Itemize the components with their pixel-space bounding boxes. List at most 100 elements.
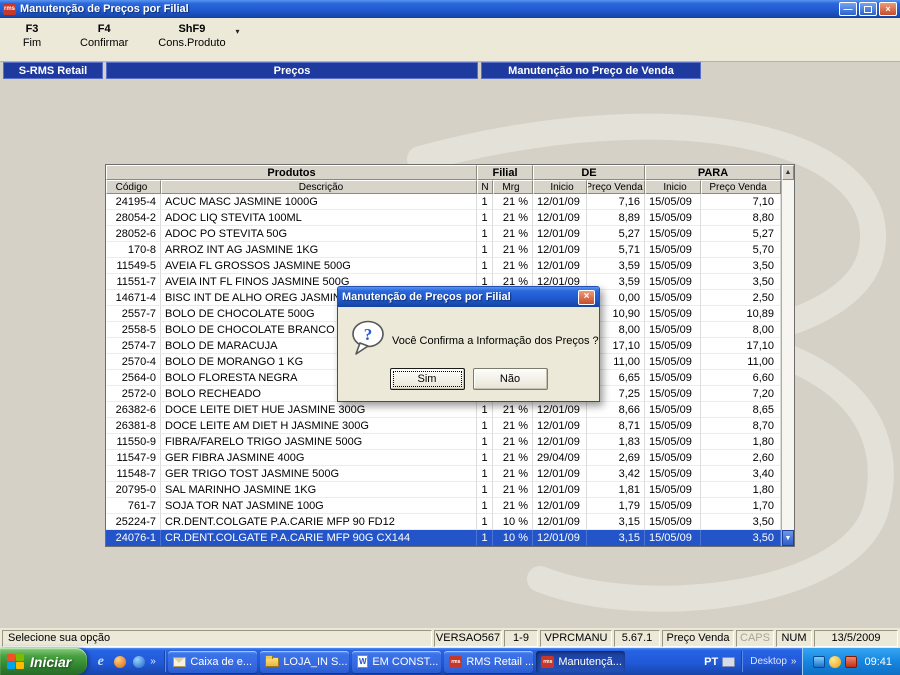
cell-para_preco: 2,60 xyxy=(701,450,781,466)
cell-de_preco: 1,83 xyxy=(587,434,645,450)
task-button-rms-retail[interactable]: rms RMS Retail ... xyxy=(444,650,534,673)
cell-de_preco: 5,71 xyxy=(587,242,645,258)
cell-descricao: GER FIBRA JASMINE 400G xyxy=(161,450,477,466)
cell-para_preco: 1,80 xyxy=(701,434,781,450)
close-button[interactable]: × xyxy=(879,2,897,16)
column-header-n: N xyxy=(477,180,493,194)
column-header-para-inicio: Inicio xyxy=(645,180,701,194)
cell-mrg: 21 % xyxy=(493,242,533,258)
ie-icon[interactable]: e xyxy=(93,654,108,669)
cell-codigo: 14671-4 xyxy=(106,290,161,306)
cell-codigo: 170-8 xyxy=(106,242,161,258)
cell-de_preco: 3,15 xyxy=(587,514,645,530)
tray-icon[interactable] xyxy=(829,655,842,668)
tray-icon[interactable] xyxy=(813,655,826,668)
svg-text:?: ? xyxy=(364,325,373,344)
table-row[interactable]: 26382-6 DOCE LEITE DIET HUE JASMINE 300G 1… xyxy=(106,402,781,418)
cell-codigo: 28052-6 xyxy=(106,226,161,242)
cell-de_preco: 5,27 xyxy=(587,226,645,242)
scroll-down-button[interactable]: ▼ xyxy=(782,530,794,546)
task-button-folder[interactable]: LOJA_IN S... xyxy=(260,650,350,673)
cell-codigo: 11549-5 xyxy=(106,258,161,274)
task-button-mail[interactable]: Caixa de e... xyxy=(168,650,258,673)
cell-de_inicio: 12/01/09 xyxy=(533,514,587,530)
task-button-document[interactable]: W EM CONST... xyxy=(352,650,442,673)
table-row[interactable]: 26381-8 DOCE LEITE AM DIET H JASMINE 300G… xyxy=(106,418,781,434)
cell-para_preco: 5,70 xyxy=(701,242,781,258)
desktop-toolbar[interactable]: Desktop » xyxy=(744,656,802,667)
window-title: Manutenção de Preços por Filial xyxy=(20,3,189,15)
cell-para_inicio: 15/05/09 xyxy=(645,434,701,450)
quicklaunch-icon-3[interactable] xyxy=(131,654,146,669)
toolbar-item-fim[interactable]: F3 Fim xyxy=(14,23,50,49)
cell-para_inicio: 15/05/09 xyxy=(645,514,701,530)
cell-codigo: 25224-7 xyxy=(106,514,161,530)
status-mode: Preço Venda xyxy=(662,629,734,647)
cell-para_preco: 10,89 xyxy=(701,306,781,322)
toolbar-item-confirmar[interactable]: F4 Confirmar xyxy=(80,23,128,49)
cell-n: 1 xyxy=(477,402,493,418)
tray-icon[interactable] xyxy=(845,655,858,668)
scrollbar-track[interactable] xyxy=(782,180,794,530)
cell-n: 1 xyxy=(477,210,493,226)
cell-para_inicio: 15/05/09 xyxy=(645,370,701,386)
cell-codigo: 2572-0 xyxy=(106,386,161,402)
cell-para_inicio: 15/05/09 xyxy=(645,498,701,514)
start-button[interactable]: Iniciar xyxy=(0,648,88,675)
dropdown-arrow-icon[interactable]: ▾ xyxy=(236,27,240,36)
task-button-manutencao[interactable]: rms Manutençã... xyxy=(536,650,626,673)
minimize-button[interactable]: — xyxy=(839,2,857,16)
cell-para_inicio: 15/05/09 xyxy=(645,226,701,242)
dialog-buttons: Sim Não xyxy=(338,368,599,390)
table-row[interactable]: 25224-7 CR.DENT.COLGATE P.A.CARIE MFP 90 … xyxy=(106,514,781,530)
maximize-button[interactable] xyxy=(859,2,877,16)
table-row[interactable]: 28054-2 ADOC LIQ STEVITA 100ML 1 21 % 12/01/… xyxy=(106,210,781,226)
table-row[interactable]: 24195-4 ACUC MASC JASMINE 1000G 1 21 % 12/01… xyxy=(106,194,781,210)
table-row[interactable]: 11549-5 AVEIA FL GROSSOS JASMINE 500G 1 21 … xyxy=(106,258,781,274)
table-row[interactable]: 11547-9 GER FIBRA JASMINE 400G 1 21 % 29/04/… xyxy=(106,450,781,466)
taskbar-separator xyxy=(741,651,743,672)
nao-button[interactable]: Não xyxy=(472,368,548,390)
question-icon: ? xyxy=(351,320,385,356)
cell-para_preco: 3,40 xyxy=(701,466,781,482)
cell-para_preco: 2,50 xyxy=(701,290,781,306)
cell-descricao: SAL MARINHO JASMINE 1KG xyxy=(161,482,477,498)
quicklaunch-icon-2[interactable] xyxy=(112,654,127,669)
cell-codigo: 26382-6 xyxy=(106,402,161,418)
table-row[interactable]: 11550-9 FIBRA/FARELO TRIGO JASMINE 500G 1 2… xyxy=(106,434,781,450)
table-row[interactable]: 24076-1 CR.DENT.COLGATE P.A.CARIE MFP 90G… xyxy=(106,530,781,546)
task-label: LOJA_IN S... xyxy=(283,655,348,668)
maximize-icon xyxy=(864,5,872,13)
cell-descricao: GER TRIGO TOST JASMINE 500G xyxy=(161,466,477,482)
cell-de_inicio: 12/01/09 xyxy=(533,226,587,242)
group-header-produtos: Produtos xyxy=(106,165,477,180)
scroll-up-button[interactable]: ▲ xyxy=(782,165,794,180)
group-header-para: PARA xyxy=(645,165,781,180)
table-row[interactable]: 20795-0 SAL MARINHO JASMINE 1KG 1 21 % 12/01… xyxy=(106,482,781,498)
cell-para_inicio: 15/05/09 xyxy=(645,482,701,498)
sim-button[interactable]: Sim xyxy=(389,368,465,390)
cell-codigo: 2564-0 xyxy=(106,370,161,386)
table-row[interactable]: 11548-7 GER TRIGO TOST JASMINE 500G 1 21 % 1… xyxy=(106,466,781,482)
table-row[interactable]: 170-8 ARROZ INT AG JASMINE 1KG 1 21 % 12/01/… xyxy=(106,242,781,258)
cell-n: 1 xyxy=(477,530,493,546)
table-row[interactable]: 761-7 SOJA TOR NAT JASMINE 100G 1 21 % 12/01… xyxy=(106,498,781,514)
quicklaunch-overflow-chevron[interactable]: » xyxy=(150,656,156,667)
table-group-header-row: Produtos Filial DE PARA xyxy=(106,165,781,180)
cell-para_preco: 7,20 xyxy=(701,386,781,402)
cell-para_inicio: 15/05/09 xyxy=(645,418,701,434)
table-row[interactable]: 28052-6 ADOC PO STEVITA 50G 1 21 % 12/01/09 5… xyxy=(106,226,781,242)
dialog-close-button[interactable]: × xyxy=(578,289,595,305)
cell-para_preco: 1,70 xyxy=(701,498,781,514)
cell-descricao: FIBRA/FARELO TRIGO JASMINE 500G xyxy=(161,434,477,450)
cell-descricao: ACUC MASC JASMINE 1000G xyxy=(161,194,477,210)
task-label: EM CONST... xyxy=(372,655,439,668)
cell-para_preco: 6,60 xyxy=(701,370,781,386)
cell-n: 1 xyxy=(477,466,493,482)
word-document-icon: W xyxy=(357,655,369,668)
language-indicator[interactable]: PT xyxy=(700,656,722,668)
cell-para_inicio: 15/05/09 xyxy=(645,306,701,322)
cell-mrg: 10 % xyxy=(493,514,533,530)
cell-codigo: 2558-5 xyxy=(106,322,161,338)
toolbar-item-cons-produto[interactable]: ShF9 Cons.Produto ▾ xyxy=(158,23,239,49)
